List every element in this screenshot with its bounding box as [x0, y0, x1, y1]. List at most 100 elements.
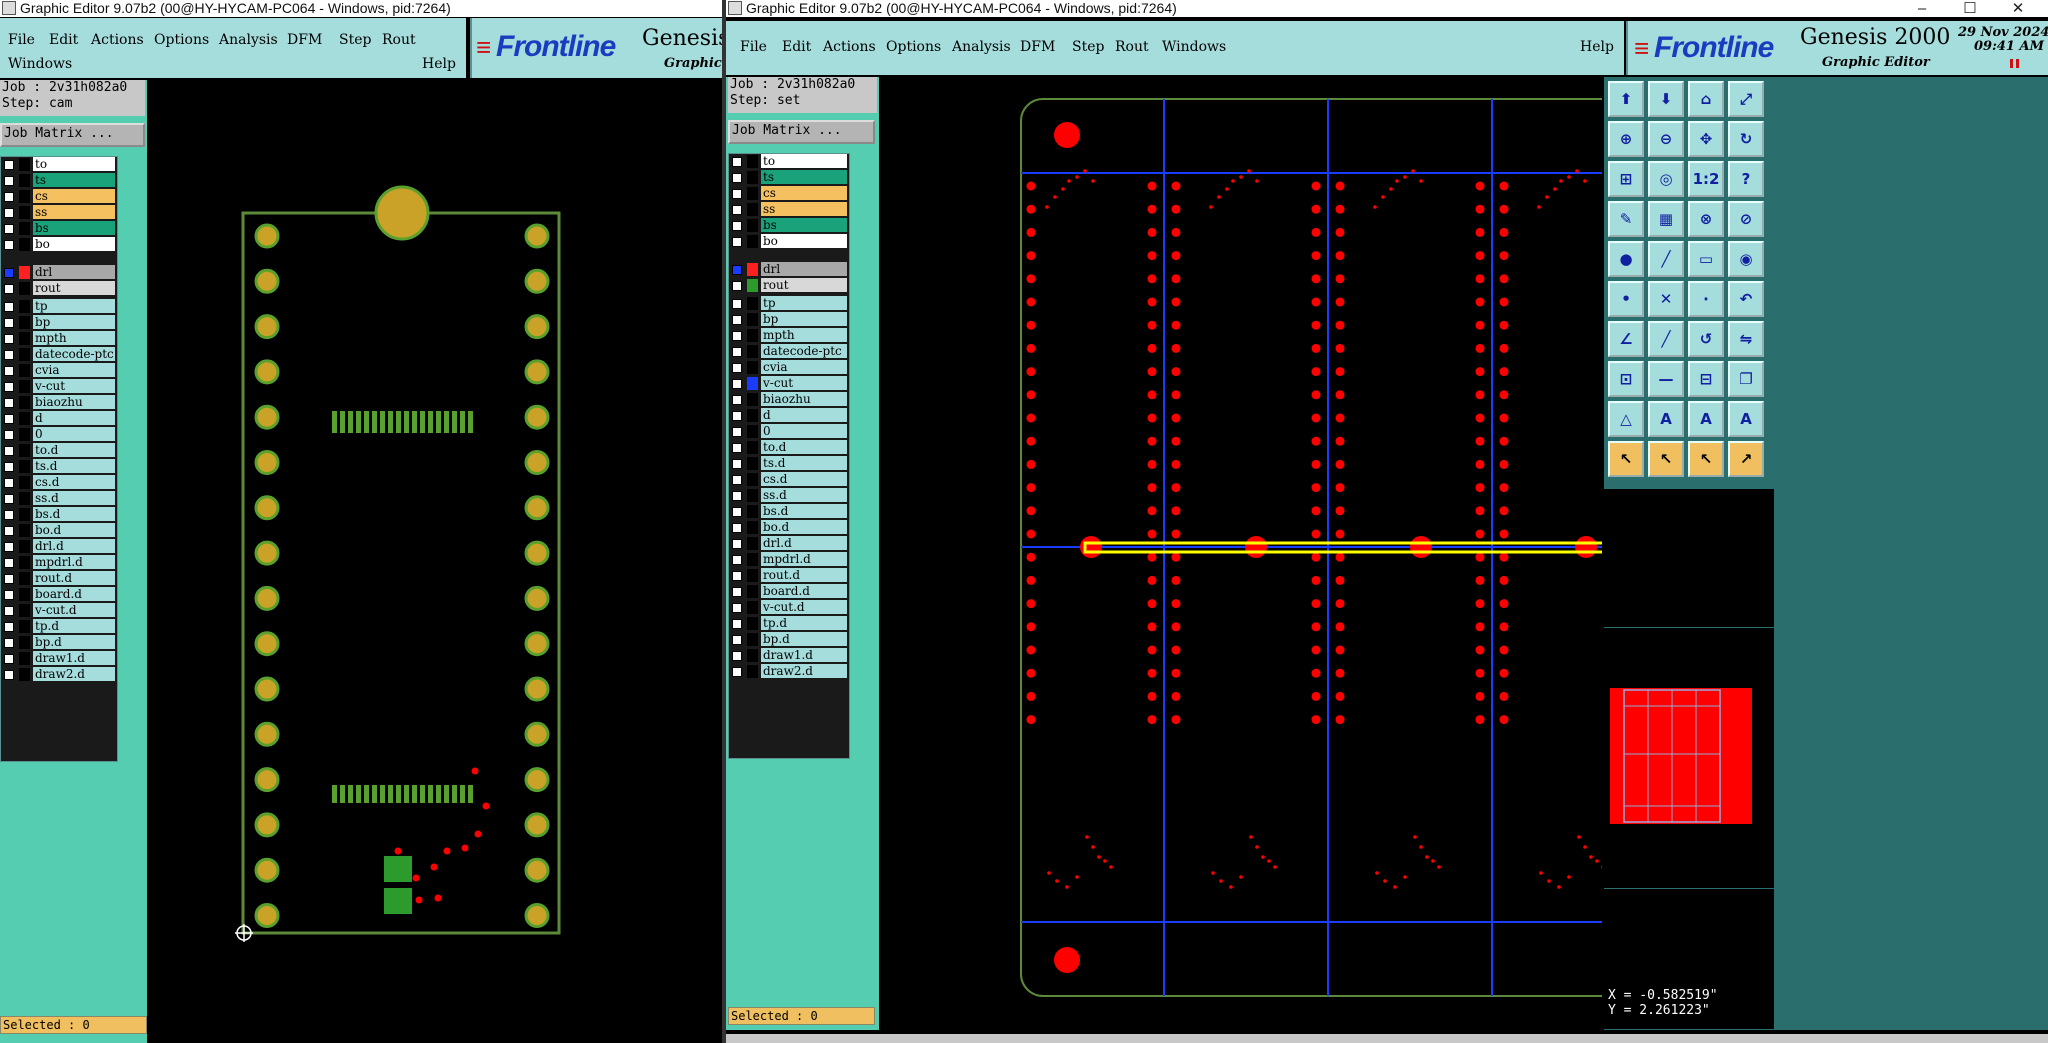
layer-name[interactable]: mpth [761, 328, 847, 342]
layer-color-swatch[interactable] [747, 345, 758, 358]
layer-row[interactable]: tp.d [1, 619, 117, 634]
slope-icon[interactable]: ╱ [1648, 321, 1684, 357]
menu-rout[interactable]: Rout [382, 32, 416, 48]
layer-name[interactable]: tp [33, 299, 115, 313]
zoom-window-icon[interactable]: ⊞ [1608, 161, 1644, 197]
layer-name[interactable]: draw1.d [33, 651, 115, 665]
layer-row[interactable]: 0 [729, 424, 849, 439]
layer-row[interactable]: board.d [729, 584, 849, 599]
layer-color-swatch[interactable] [19, 396, 30, 409]
layer-checkbox[interactable] [732, 265, 742, 275]
layer-name[interactable]: bp [761, 312, 847, 326]
text-a-box-icon[interactable]: A [1688, 401, 1724, 437]
layer-name[interactable]: ts.d [33, 459, 115, 473]
layer-row[interactable]: d [729, 408, 849, 423]
layer-row[interactable]: bp [729, 312, 849, 327]
layer-checkbox[interactable] [4, 398, 14, 408]
layer-checkbox[interactable] [732, 281, 742, 291]
layer-checkbox[interactable] [732, 299, 742, 309]
layer-color-swatch[interactable] [747, 617, 758, 630]
overview-map[interactable] [1604, 627, 1774, 889]
layer-checkbox[interactable] [4, 494, 14, 504]
layer-row[interactable]: v-cut.d [729, 600, 849, 615]
layer-checkbox[interactable] [732, 157, 742, 167]
layer-name[interactable]: drl [33, 265, 115, 279]
layer-row[interactable]: to.d [1, 443, 117, 458]
layer-name[interactable]: d [33, 411, 115, 425]
redraw-icon[interactable]: ↻ [1728, 121, 1764, 157]
layer-name[interactable]: bo [761, 234, 847, 248]
layer-row[interactable]: rout.d [729, 568, 849, 583]
layer-color-swatch[interactable] [19, 636, 30, 649]
layer-name[interactable]: bs.d [761, 504, 847, 518]
layer-row[interactable]: drl [729, 262, 849, 277]
layer-name[interactable]: ts [761, 170, 847, 184]
layer-name[interactable]: tp [761, 296, 847, 310]
layer-checkbox[interactable] [4, 334, 14, 344]
menu-rout[interactable]: Rout [1115, 39, 1149, 55]
layer-name[interactable]: bp.d [33, 635, 115, 649]
layer-name[interactable]: biaozhu [761, 392, 847, 406]
layer-row[interactable]: bo [729, 234, 849, 249]
layer-checkbox[interactable] [732, 443, 742, 453]
layer-color-swatch[interactable] [747, 553, 758, 566]
layer-name[interactable]: cs [761, 186, 847, 200]
angle-icon[interactable]: ∠ [1608, 321, 1644, 357]
layer-name[interactable]: rout.d [33, 571, 115, 585]
layer-name[interactable]: bs.d [33, 507, 115, 521]
layer-name[interactable]: cvia [33, 363, 115, 377]
circle-icon[interactable]: ◉ [1728, 241, 1764, 277]
menu-options[interactable]: Options [154, 32, 209, 48]
layer-name[interactable]: 0 [761, 424, 847, 438]
layer-name[interactable]: rout [33, 281, 115, 295]
layer-row[interactable]: bo [1, 237, 117, 252]
layer-color-swatch[interactable] [19, 158, 30, 171]
layer-name[interactable]: cvia [761, 360, 847, 374]
layer-checkbox[interactable] [732, 189, 742, 199]
zoom-out-icon[interactable]: ⊖ [1648, 121, 1684, 157]
layer-row[interactable]: bo.d [1, 523, 117, 538]
layer-color-swatch[interactable] [747, 409, 758, 422]
layer-color-swatch[interactable] [19, 588, 30, 601]
profile-icon[interactable]: △ [1608, 401, 1644, 437]
layer-color-swatch[interactable] [19, 266, 30, 279]
layer-row[interactable]: to.d [729, 440, 849, 455]
layer-checkbox[interactable] [4, 510, 14, 520]
layer-color-swatch[interactable] [19, 444, 30, 457]
grid-icon[interactable]: ▦ [1648, 201, 1684, 237]
zoom-in-icon[interactable]: ⊕ [1608, 121, 1644, 157]
layer-row[interactable]: datecode-ptc [1, 347, 117, 362]
layer-row[interactable]: ss.d [729, 488, 849, 503]
layer-name[interactable]: drl.d [761, 536, 847, 550]
layer-color-swatch[interactable] [19, 282, 30, 295]
layer-row[interactable]: cvia [1, 363, 117, 378]
layer-row[interactable]: to [729, 154, 849, 169]
layer-checkbox[interactable] [732, 315, 742, 325]
minus-icon[interactable]: — [1648, 361, 1684, 397]
layer-checkbox[interactable] [732, 363, 742, 373]
layer-color-swatch[interactable] [19, 476, 30, 489]
menu-options[interactable]: Options [886, 39, 941, 55]
layer-checkbox[interactable] [4, 638, 14, 648]
layer-checkbox[interactable] [732, 651, 742, 661]
dimension-icon[interactable]: ⊡ [1608, 361, 1644, 397]
menu-windows[interactable]: Windows [8, 56, 72, 72]
fit-icon[interactable]: ⤢ [1728, 81, 1764, 117]
layer-checkbox[interactable] [4, 208, 14, 218]
layer-row[interactable]: biaozhu [729, 392, 849, 407]
layer-checkbox[interactable] [4, 350, 14, 360]
layer-name[interactable]: rout.d [761, 568, 847, 582]
layer-color-swatch[interactable] [747, 377, 758, 390]
panel-set-view[interactable] [879, 77, 1602, 1030]
layer-checkbox[interactable] [4, 366, 14, 376]
layer-row[interactable]: mpth [729, 328, 849, 343]
snap-icon[interactable]: ⊗ [1688, 201, 1724, 237]
layer-checkbox[interactable] [732, 523, 742, 533]
layer-name[interactable]: drl.d [33, 539, 115, 553]
layer-name[interactable]: v-cut [761, 376, 847, 390]
layer-color-swatch[interactable] [19, 332, 30, 345]
layer-checkbox[interactable] [732, 221, 742, 231]
layer-color-swatch[interactable] [747, 425, 758, 438]
layer-color-swatch[interactable] [19, 508, 30, 521]
layer-color-swatch[interactable] [747, 441, 758, 454]
